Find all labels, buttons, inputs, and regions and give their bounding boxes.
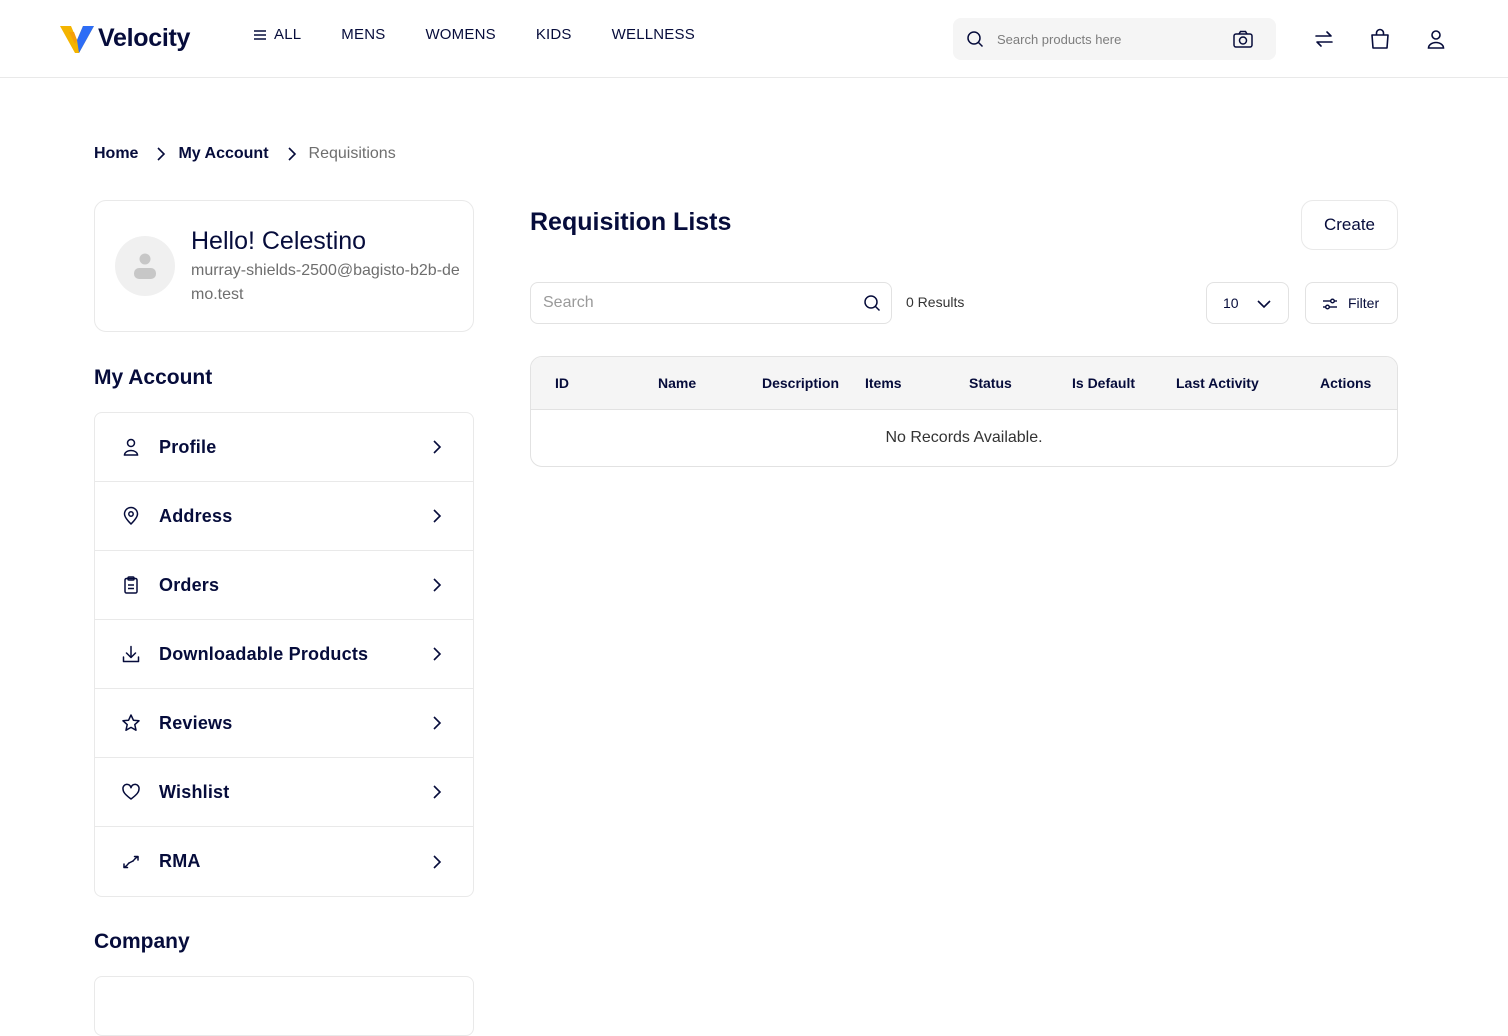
- download-icon: [122, 645, 140, 663]
- chevron-right-icon: [433, 578, 442, 592]
- empty-state: No Records Available.: [885, 429, 1043, 446]
- chevron-right-icon: [433, 716, 442, 730]
- column-header-is-default[interactable]: Is Default: [1072, 375, 1135, 391]
- avatar: [115, 236, 175, 296]
- sidebar-item-rma[interactable]: RMA: [95, 827, 473, 896]
- camera-icon[interactable]: [1232, 29, 1254, 49]
- product-search-input[interactable]: [997, 18, 1227, 60]
- filter-label: Filter: [1348, 295, 1380, 311]
- star-icon: [122, 714, 140, 731]
- chevron-right-icon: [157, 147, 166, 161]
- sidebar-item-wishlist[interactable]: Wishlist: [95, 758, 473, 827]
- chevron-right-icon: [433, 647, 442, 661]
- rma-icon: [123, 855, 139, 868]
- search-icon[interactable]: [863, 294, 881, 312]
- greeting: Hello! Celestino: [191, 227, 367, 255]
- column-header-id[interactable]: ID: [555, 375, 569, 391]
- sidebar-item-label: Reviews: [159, 712, 233, 733]
- sidebar-item-label: RMA: [159, 851, 201, 871]
- nav-label: ALL: [274, 26, 302, 43]
- chevron-right-icon: [433, 785, 442, 799]
- results-count: 0 Results: [906, 294, 965, 310]
- sidebar-item-label: Downloadable Products: [159, 643, 369, 664]
- sidebar-item-label: Address: [159, 505, 233, 526]
- my-account-heading: My Account: [94, 366, 213, 389]
- menu-icon: [254, 29, 266, 40]
- account-menu: Profile Address Orders Downloadable Prod…: [94, 412, 474, 897]
- user-icon[interactable]: [1424, 27, 1448, 51]
- logo-mark-icon: [60, 26, 94, 53]
- sidebar-item-label: Profile: [159, 436, 217, 457]
- compare-icon[interactable]: [1312, 27, 1336, 51]
- heart-icon: [122, 783, 140, 800]
- page-title: Requisition Lists: [530, 208, 732, 236]
- sidebar-item-label: Orders: [159, 574, 220, 595]
- chevron-right-icon: [433, 440, 442, 454]
- column-header-description[interactable]: Description: [762, 375, 839, 391]
- site-header: Velocity ALL MENS WOMENS KIDS WELLNESS: [0, 0, 1508, 78]
- nav-item-kids[interactable]: KIDS: [536, 26, 572, 43]
- sidebar-item-address[interactable]: Address: [95, 482, 473, 551]
- nav-item-all[interactable]: ALL: [252, 26, 301, 43]
- company-menu: [94, 976, 474, 1036]
- breadcrumb-my-account[interactable]: My Account: [178, 145, 268, 163]
- breadcrumb: Home My Account Requisitions: [94, 145, 396, 163]
- clipboard-icon: [124, 576, 138, 594]
- chevron-right-icon: [287, 147, 296, 161]
- sidebar-item-downloadable-products[interactable]: Downloadable Products: [95, 620, 473, 689]
- per-page-select[interactable]: 10: [1206, 282, 1289, 324]
- requisitions-table: ID Name Description Items Status Is Defa…: [530, 356, 1398, 467]
- logo-text: Velocity: [98, 23, 191, 52]
- column-header-actions: Actions: [1320, 375, 1372, 391]
- sidebar-item-profile[interactable]: Profile: [95, 413, 473, 482]
- search-icon: [967, 31, 984, 48]
- nav-item-womens[interactable]: WOMENS: [425, 26, 495, 43]
- chevron-right-icon: [433, 509, 442, 523]
- per-page-value: 10: [1223, 295, 1239, 311]
- column-header-name[interactable]: Name: [658, 375, 696, 391]
- location-icon: [123, 506, 139, 526]
- logo[interactable]: Velocity: [60, 20, 190, 56]
- user-email: murray-shields-2500@bagisto-b2b-demo.tes…: [191, 262, 460, 303]
- cart-icon[interactable]: [1368, 27, 1392, 51]
- column-header-last-activity[interactable]: Last Activity: [1176, 375, 1259, 391]
- company-heading: Company: [94, 930, 190, 953]
- table-header: ID Name Description Items Status Is Defa…: [531, 357, 1397, 410]
- column-header-status[interactable]: Status: [969, 375, 1012, 391]
- product-search: [953, 18, 1276, 60]
- filter-icon: [1323, 298, 1337, 310]
- list-search: [530, 282, 892, 324]
- user-icon: [123, 438, 139, 456]
- nav-item-wellness[interactable]: WELLNESS: [612, 26, 695, 43]
- sidebar-item-label: Wishlist: [159, 781, 230, 802]
- chevron-down-icon: [1257, 300, 1271, 309]
- profile-card: Hello! Celestino murray-shields-2500@bag…: [94, 200, 474, 332]
- chevron-right-icon: [433, 854, 442, 869]
- breadcrumb-current: Requisitions: [308, 145, 396, 162]
- filter-button[interactable]: Filter: [1305, 282, 1398, 324]
- main-nav: ALL MENS WOMENS KIDS WELLNESS: [252, 26, 735, 43]
- sidebar-item-orders[interactable]: Orders: [95, 551, 473, 620]
- sidebar-item-reviews[interactable]: Reviews: [95, 689, 473, 758]
- nav-item-mens[interactable]: MENS: [341, 26, 385, 43]
- column-header-items[interactable]: Items: [865, 375, 902, 391]
- breadcrumb-home[interactable]: Home: [94, 145, 138, 163]
- create-button[interactable]: Create: [1301, 200, 1398, 250]
- list-search-input[interactable]: [543, 283, 853, 323]
- avatar-placeholder-icon: [134, 253, 156, 279]
